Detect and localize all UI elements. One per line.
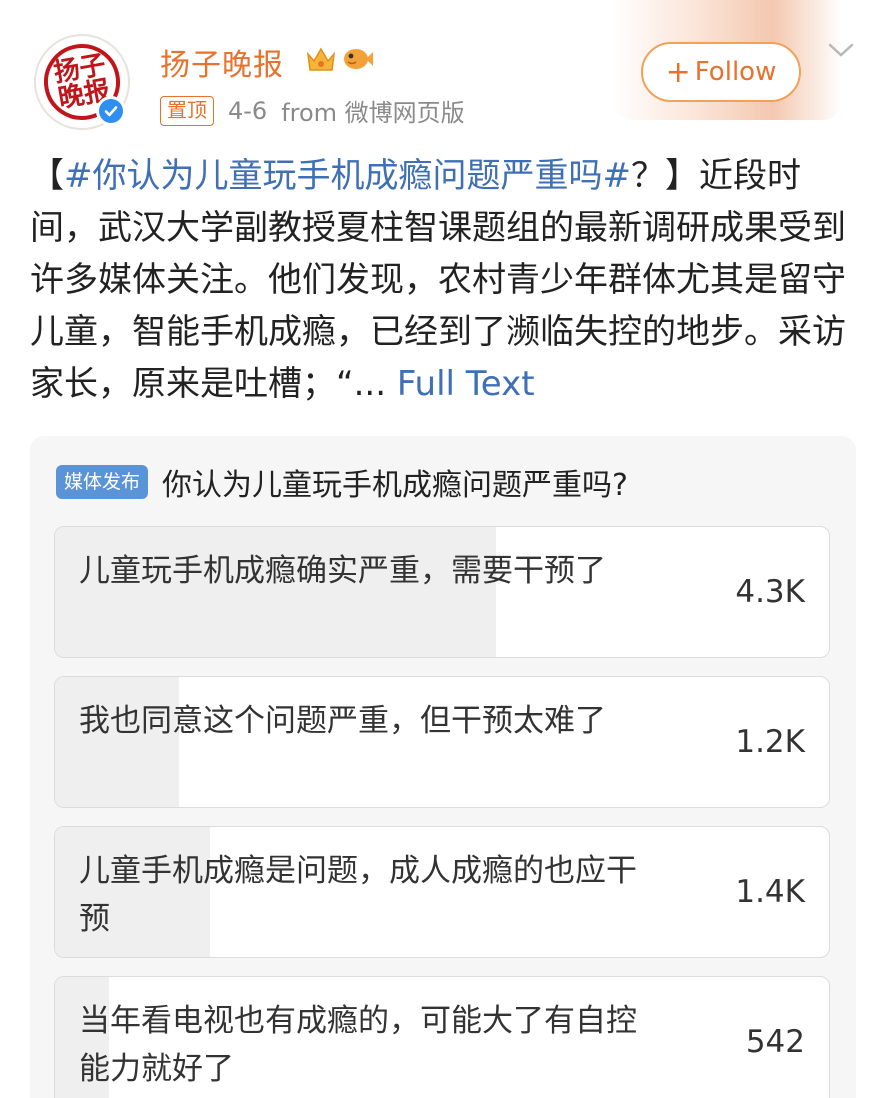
poll-header: 媒体发布 你认为儿童玩手机成瘾问题严重吗? bbox=[56, 460, 628, 504]
pinned-badge: 置顶 bbox=[160, 95, 214, 126]
poll-option-label: 儿童手机成瘾是问题，成人成瘾的也应干预 bbox=[79, 853, 637, 937]
poll-option-count: 4.3K bbox=[735, 574, 805, 610]
post-meta: 置顶 4-6 from 微博网页版 bbox=[160, 93, 465, 128]
chevron-down-icon[interactable] bbox=[826, 40, 856, 64]
crown-badge-icon bbox=[304, 42, 338, 76]
plus-icon: + bbox=[665, 54, 691, 90]
poll-option[interactable]: 我也同意这个问题严重，但干预太难了 1.2K bbox=[54, 676, 830, 808]
poll-option-count: 1.4K bbox=[735, 874, 805, 910]
weibo-post: 扬子晚报 扬子晚报 置顶 4-6 from 微博网页版 + Follow 【#你… bbox=[0, 0, 885, 1098]
post-text: 【#你认为儿童玩手机成瘾问题严重吗#？】近段时间，武汉大学副教授夏柱智课题组的最… bbox=[30, 156, 846, 404]
hashtag-link[interactable]: #你认为儿童玩手机成瘾问题严重吗# bbox=[64, 156, 631, 196]
poll-question: 你认为儿童玩手机成瘾问题严重吗? bbox=[162, 468, 628, 503]
post-source: from 微博网页版 bbox=[281, 99, 465, 127]
fish-badge-icon bbox=[340, 42, 374, 76]
poll-option-count: 542 bbox=[745, 1024, 805, 1060]
post-date: 4-6 bbox=[228, 96, 268, 125]
poll-option-count: 1.2K bbox=[735, 724, 805, 760]
follow-button[interactable]: + Follow bbox=[641, 42, 801, 102]
poll-option[interactable]: 儿童手机成瘾是问题，成人成瘾的也应干预 1.4K bbox=[54, 826, 830, 958]
poll-option-label: 当年看电视也有成瘾的，可能大了有自控能力就好了 bbox=[79, 1003, 637, 1087]
follow-label: Follow bbox=[694, 57, 777, 87]
poll-card: 媒体发布 你认为儿童玩手机成瘾问题严重吗? 儿童玩手机成瘾确实严重，需要干预了 … bbox=[30, 436, 856, 1098]
poll-option[interactable]: 儿童玩手机成瘾确实严重，需要干预了 4.3K bbox=[54, 526, 830, 658]
media-tag: 媒体发布 bbox=[56, 465, 149, 499]
poll-option[interactable]: 当年看电视也有成瘾的，可能大了有自控能力就好了 542 bbox=[54, 976, 830, 1098]
verified-check-icon bbox=[96, 96, 126, 126]
poll-option-label: 儿童玩手机成瘾确实严重，需要干预了 bbox=[79, 553, 606, 589]
full-text-link[interactable]: Full Text bbox=[397, 364, 535, 404]
account-name[interactable]: 扬子晚报 bbox=[160, 40, 284, 84]
poll-option-label: 我也同意这个问题严重，但干预太难了 bbox=[79, 703, 606, 739]
